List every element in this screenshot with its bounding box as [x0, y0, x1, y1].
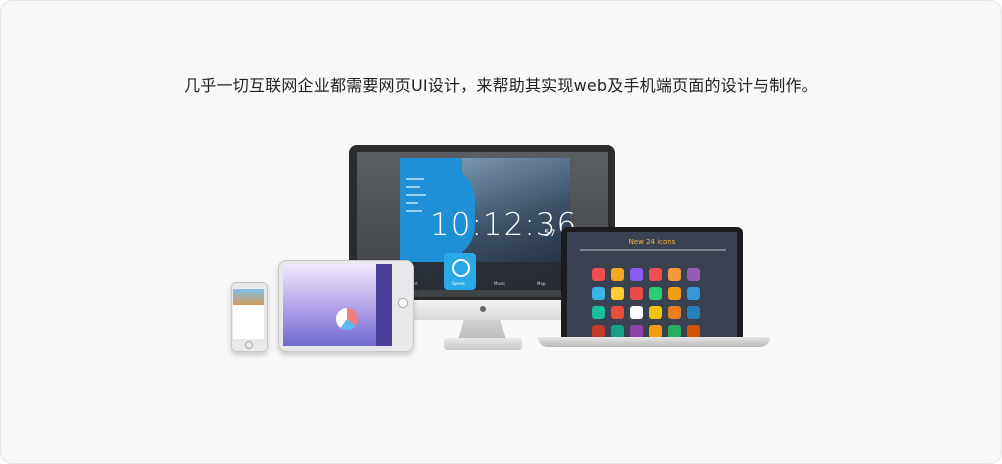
app-icon-tile	[630, 306, 643, 319]
tab-speed: Speed	[452, 281, 465, 286]
app-icon-tile	[592, 306, 605, 319]
app-icon-tile	[649, 306, 662, 319]
gauge-line	[406, 194, 426, 196]
gauge-line	[406, 210, 422, 212]
laptop-app-subtitle-line	[580, 249, 726, 251]
laptop-base	[538, 337, 770, 347]
gauge-line	[406, 202, 418, 204]
tab-map[interactable]: Map	[537, 281, 545, 286]
tab-music[interactable]: Music	[494, 281, 505, 286]
app-icon-tile	[592, 268, 605, 281]
app-icon-tile	[668, 268, 681, 281]
app-icon-tile	[668, 287, 681, 300]
app-icon-tile	[687, 287, 700, 300]
clock-seconds: 57	[544, 229, 556, 239]
app-icon-tile	[611, 306, 624, 319]
headline-text: 几乎一切互联网企业都需要网页UI设计，来帮助其实现web及手机端页面的设计与制作…	[184, 76, 818, 95]
app-icon-tile	[687, 306, 700, 319]
gauge-line	[406, 186, 420, 188]
monitor-stand-base	[444, 338, 522, 350]
laptop-app-title: New 24 icons	[628, 238, 676, 246]
tablet-app-sidebar	[376, 264, 392, 346]
app-icon-tile	[592, 287, 605, 300]
app-icon-tile	[668, 306, 681, 319]
phone-home-button[interactable]	[245, 341, 253, 349]
app-icon-tile	[630, 287, 643, 300]
monitor-logo-icon	[480, 306, 486, 312]
app-icon-tile	[611, 287, 624, 300]
app-icon-tile	[611, 268, 624, 281]
phone-hero-image	[233, 289, 264, 305]
tablet-dial-chart	[336, 308, 358, 330]
monitor-stand-neck	[458, 320, 506, 340]
laptop-screen	[567, 232, 737, 338]
app-icon-tile	[687, 268, 700, 281]
speed-icon	[452, 259, 470, 277]
app-icon-tile	[630, 268, 643, 281]
tablet-home-button[interactable]	[398, 298, 408, 308]
app-icon-tile	[649, 268, 662, 281]
gauge-line	[406, 178, 424, 180]
app-icon-tile	[649, 287, 662, 300]
